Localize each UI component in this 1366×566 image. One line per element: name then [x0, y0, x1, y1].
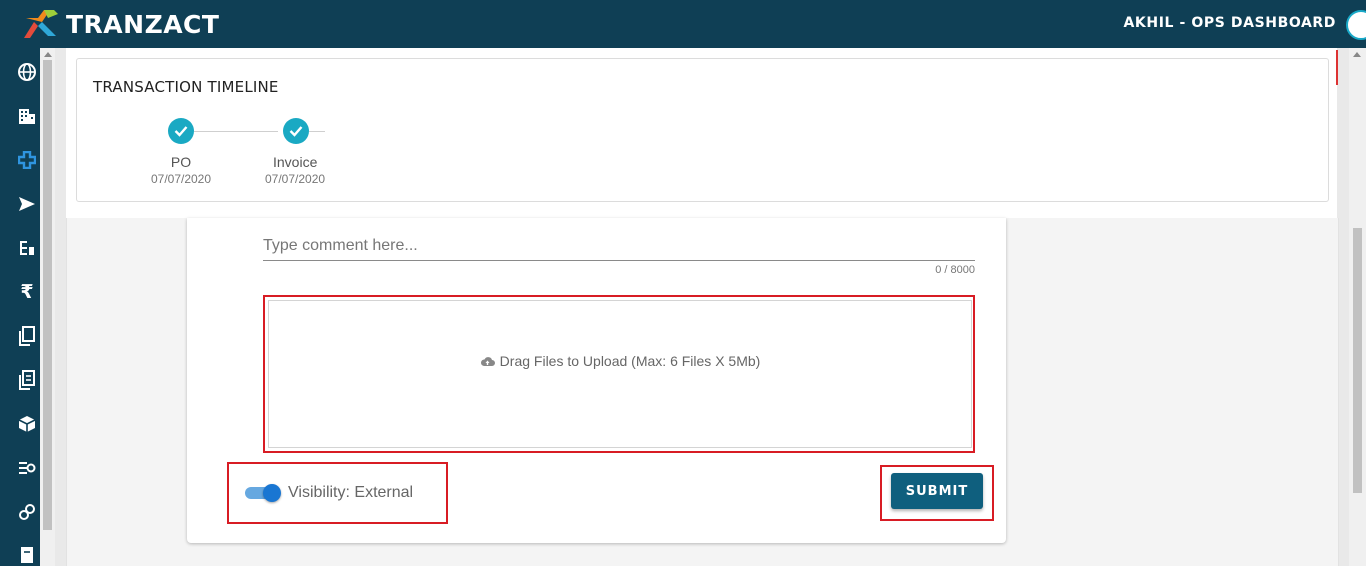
submit-button[interactable]: SUBMIT: [891, 473, 983, 509]
globe-icon[interactable]: [16, 61, 38, 83]
timeline-step-name: PO: [170, 154, 192, 170]
scroll-up-arrow-icon[interactable]: [1353, 52, 1361, 57]
app-logo[interactable]: TRANZACT: [22, 6, 219, 42]
user-dashboard-title[interactable]: AKHIL - OPS DASHBOARD: [1124, 15, 1337, 31]
avatar[interactable]: [1346, 10, 1366, 40]
box-icon[interactable]: [16, 413, 38, 435]
top-navbar: TRANZACT AKHIL - OPS DASHBOARD: [0, 0, 1366, 48]
comment-input[interactable]: [263, 232, 975, 261]
sidebar-scrollbar[interactable]: [40, 48, 55, 566]
visibility-label: Visibility: External: [288, 484, 414, 501]
list-icon[interactable]: [16, 237, 38, 259]
timeline-step-po: PO 07/07/2020: [141, 118, 221, 186]
scroll-up-arrow-icon[interactable]: [44, 52, 52, 57]
upload-prompt: Drag Files to Upload (Max: 6 Files X 5Mb…: [480, 353, 761, 369]
timeline-step-invoice: Invoice 07/07/2020: [256, 118, 326, 186]
upload-label: Drag Files to Upload (Max: 6 Files X 5Mb…: [499, 353, 761, 369]
main-scroll-thumb[interactable]: [1353, 228, 1362, 493]
file-upload-dropzone[interactable]: Drag Files to Upload (Max: 6 Files X 5Mb…: [268, 300, 972, 448]
file-icon[interactable]: [16, 544, 38, 566]
check-icon: [168, 118, 194, 144]
character-counter: 0 / 8000: [935, 264, 975, 276]
check-icon: [283, 118, 309, 144]
link-icon[interactable]: [16, 501, 38, 523]
document-icon[interactable]: [16, 369, 38, 391]
logo-text: TRANZACT: [66, 9, 220, 39]
alert-indicator: [1336, 50, 1338, 85]
building-icon[interactable]: [16, 105, 38, 127]
main-scrollbar[interactable]: [1349, 48, 1366, 566]
sidebar: ₹: [0, 48, 40, 566]
timeline-step-date: 07/07/2020: [150, 172, 212, 186]
filter-icon[interactable]: [16, 457, 38, 479]
timeline-step-date: 07/07/2020: [265, 172, 326, 186]
timeline-step-name: Invoice: [273, 154, 318, 170]
transaction-timeline-card: TRANSACTION TIMELINE PO 07/07/2020 Invoi…: [76, 58, 1329, 202]
copy-icon[interactable]: [16, 325, 38, 347]
rupee-icon[interactable]: ₹: [16, 281, 38, 303]
cloud-upload-icon: [480, 356, 495, 366]
send-icon[interactable]: [16, 193, 38, 215]
sidebar-scroll-thumb[interactable]: [43, 60, 52, 530]
toggle-knob: [263, 484, 281, 502]
plus-icon[interactable]: [16, 149, 38, 171]
tranzact-logo-icon: [24, 10, 58, 38]
visibility-toggle[interactable]: [245, 484, 283, 502]
timeline-title: TRANSACTION TIMELINE: [93, 78, 279, 96]
